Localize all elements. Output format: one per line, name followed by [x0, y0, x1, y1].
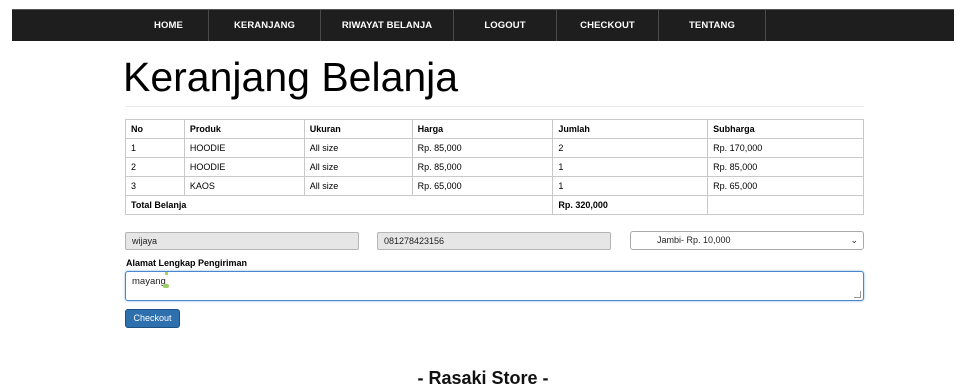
nav-home-link[interactable]: HOME [129, 10, 209, 41]
header-jumlah: Jumlah [552, 119, 709, 139]
text-cursor-marker-icon [165, 272, 168, 275]
top-navbar: HOME KERANJANG RIWAYAT BELANJA LOGOUT CH… [12, 9, 954, 41]
total-value: Rp. 320,000 [552, 195, 709, 215]
total-empty-cell [707, 195, 864, 215]
header-produk: Produk [183, 119, 305, 139]
cell-subharga: Rp. 170,000 [707, 138, 864, 158]
shipping-select[interactable]: Jambi- Rp. 10,000 ⌄ [630, 231, 864, 250]
phone-field[interactable]: 081278423156 [377, 232, 611, 250]
cell-no: 2 [125, 157, 185, 177]
resize-handle-icon[interactable] [854, 291, 861, 298]
cell-harga: Rp. 65,000 [411, 176, 554, 196]
cell-produk: KAOS [183, 176, 305, 196]
nav-logout-link[interactable]: LOGOUT [454, 10, 557, 41]
cell-no: 1 [125, 138, 185, 158]
page-title: Keranjang Belanja [123, 54, 459, 100]
table-row: 1 HOODIE All size Rp. 85,000 2 Rp. 170,0… [125, 138, 864, 158]
cell-jumlah: 1 [552, 157, 709, 177]
address-text: mayang [132, 276, 166, 287]
table-header-row: No Produk Ukuran Harga Jumlah Subharga [125, 119, 864, 139]
header-harga: Harga [411, 119, 554, 139]
cell-ukuran: All size [303, 138, 413, 158]
cell-no: 3 [125, 176, 185, 196]
checkout-button[interactable]: Checkout [125, 309, 180, 328]
address-textarea[interactable]: mayang [125, 271, 864, 301]
cell-ukuran: All size [303, 157, 413, 177]
header-ukuran: Ukuran [303, 119, 413, 139]
shipping-selected-value: Jambi- Rp. 10,000 [657, 235, 731, 245]
cell-subharga: Rp. 65,000 [707, 176, 864, 196]
cell-harga: Rp. 85,000 [411, 138, 554, 158]
cell-ukuran: All size [303, 176, 413, 196]
address-label: Alamat Lengkap Pengiriman [126, 258, 248, 268]
name-field[interactable]: wijaya [125, 232, 359, 250]
total-label: Total Belanja [124, 195, 554, 215]
nav-keranjang-link[interactable]: KERANJANG [209, 10, 321, 41]
header-subharga: Subharga [707, 119, 864, 139]
table-row: 3 KAOS All size Rp. 65,000 1 Rp. 65,000 [125, 176, 864, 196]
total-row: Total Belanja Rp. 320,000 [124, 195, 864, 215]
table-row: 2 HOODIE All size Rp. 85,000 1 Rp. 85,00… [125, 157, 864, 177]
header-no: No [125, 119, 185, 139]
cell-subharga: Rp. 85,000 [707, 157, 864, 177]
cell-jumlah: 2 [552, 138, 709, 158]
cell-produk: HOODIE [183, 157, 305, 177]
text-cursor-marker-icon [163, 284, 169, 288]
chevron-down-icon: ⌄ [850, 235, 858, 245]
footer-brand: - Rasaki Store - [417, 368, 549, 388]
cell-produk: HOODIE [183, 138, 305, 158]
nav-riwayat-belanja-link[interactable]: RIWAYAT BELANJA [321, 10, 454, 41]
nav-tentang-link[interactable]: TENTANG [659, 10, 766, 41]
cell-harga: Rp. 85,000 [411, 157, 554, 177]
cell-jumlah: 1 [552, 176, 709, 196]
title-divider [125, 106, 864, 107]
nav-checkout-link[interactable]: CHECKOUT [557, 10, 659, 41]
cart-table: No Produk Ukuran Harga Jumlah Subharga 1… [124, 119, 864, 215]
